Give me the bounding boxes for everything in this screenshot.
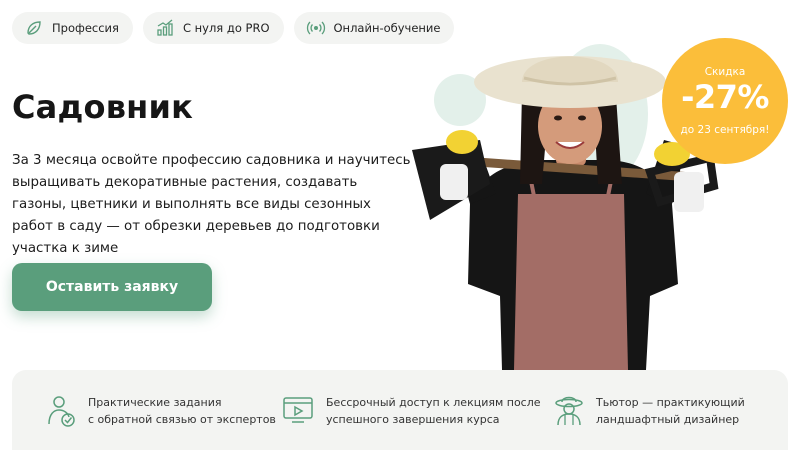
tag-label: С нуля до PRO: [182, 21, 270, 35]
feature-line: успешного завершения курса: [326, 413, 500, 426]
feature-tutor: Тьютор — практикующий ландшафтный дизайн…: [554, 394, 745, 428]
feature-line: Тьютор — практикующий: [596, 396, 745, 409]
gardener-hat-icon: [555, 396, 583, 426]
growth-chart-icon: [157, 19, 173, 36]
discount-value: -27%: [681, 78, 769, 116]
tag-label: Профессия: [52, 21, 119, 35]
leaf-icon: [27, 21, 41, 35]
page-title: Садовник: [12, 88, 194, 126]
feature-access: Бессрочный доступ к лекциям после успешн…: [282, 394, 541, 428]
tag-level: С нуля до PRO: [142, 12, 284, 44]
feature-line: с обратной связью от экспертов: [88, 413, 276, 426]
features-panel: Практические задания с обратной связью о…: [12, 370, 788, 450]
feature-practice: Практические задания с обратной связью о…: [46, 394, 276, 428]
discount-label: Скидка: [704, 66, 746, 78]
tag-label: Онлайн-обучение: [333, 21, 441, 35]
discount-badge: Скидка -27% до 23 сентября!: [662, 38, 788, 164]
feature-line: Бессрочный доступ к лекциям после: [326, 396, 541, 409]
tag-profession: Профессия: [12, 12, 133, 44]
submit-application-button[interactable]: Оставить заявку: [12, 263, 212, 311]
video-lecture-icon: [283, 397, 313, 423]
feature-line: Практические задания: [88, 396, 222, 409]
expert-check-icon: [48, 396, 75, 427]
feature-line: ландшафтный дизайнер: [596, 413, 740, 426]
discount-deadline: до 23 сентября!: [680, 124, 770, 136]
broadcast-icon: [306, 21, 325, 35]
tag-list: Профессия С нуля до PRO Онлайн-обучение: [12, 12, 455, 44]
course-description: За 3 месяца освойте профессию садовника …: [12, 153, 411, 256]
